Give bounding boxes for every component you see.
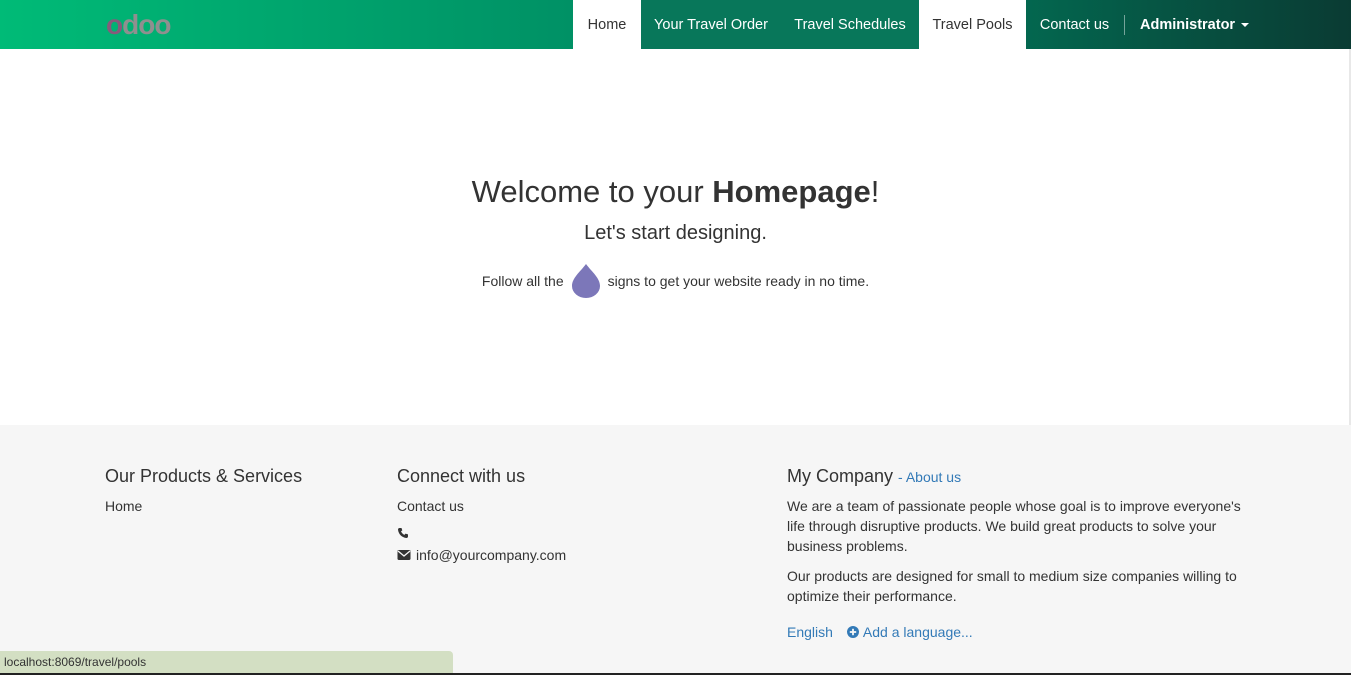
hero-follow-line: Follow all the signs to get your website… xyxy=(0,263,1351,299)
main-nav: Home Your Travel Order Travel Schedules … xyxy=(573,0,1264,49)
company-description-2: Our products are designed for small to m… xyxy=(787,568,1237,604)
follow-pre-text: Follow all the xyxy=(481,273,564,289)
nav-travel-schedules[interactable]: Travel Schedules xyxy=(781,0,919,49)
nav-your-travel-order-label: Your Travel Order xyxy=(654,16,768,33)
caret-down-icon xyxy=(1241,22,1250,27)
hero-title-pre: Welcome to your xyxy=(471,174,713,209)
plus-circle-icon xyxy=(846,626,859,638)
user-menu[interactable]: Administrator xyxy=(1125,0,1264,49)
nav-contact-us[interactable]: Contact us xyxy=(1026,0,1123,49)
envelope-icon xyxy=(397,550,411,560)
nav-home[interactable]: Home xyxy=(573,0,641,49)
email-line: info@yourcompany.com xyxy=(397,547,566,563)
products-heading: Our Products & Services xyxy=(105,466,303,486)
nav-travel-pools-label: Travel Pools xyxy=(932,16,1013,33)
hero-subtitle: Let's start designing. xyxy=(584,222,767,244)
language-english[interactable]: English xyxy=(787,622,833,642)
app-root: odoo Home Your Travel Order Travel Sched… xyxy=(0,0,1351,675)
about-us-link[interactable]: - About us xyxy=(898,469,961,485)
nav-home-label: Home xyxy=(587,16,627,33)
phone-icon xyxy=(398,528,408,538)
add-language-label: Add a language... xyxy=(862,624,973,640)
nav-travel-pools[interactable]: Travel Pools xyxy=(919,0,1026,49)
hero-section: Welcome to your Homepage! Let's start de… xyxy=(0,49,1351,425)
add-language-button[interactable]: Add a language... xyxy=(846,622,973,642)
nav-travel-schedules-label: Travel Schedules xyxy=(794,16,906,33)
logo-first-letter: o xyxy=(106,9,123,40)
company-description-1: We are a team of passionate people whose… xyxy=(787,498,1241,554)
hero-title: Welcome to your Homepage! xyxy=(0,174,1351,210)
footer: Our Products & Services Home Connect wit… xyxy=(0,425,1351,675)
footer-link-home[interactable]: Home xyxy=(105,496,142,516)
language-bar: English Add a language... xyxy=(787,622,973,642)
follow-post-text: signs to get your website ready in no ti… xyxy=(607,273,870,289)
phone-line xyxy=(397,527,414,539)
company-heading: My Company - About us xyxy=(787,466,961,487)
drop-icon xyxy=(570,263,602,299)
connect-heading: Connect with us xyxy=(397,466,526,486)
odoo-logo[interactable]: odoo xyxy=(106,9,171,40)
company-name: My Company xyxy=(787,466,894,486)
user-name: Administrator xyxy=(1140,16,1236,33)
hero-title-post: ! xyxy=(870,174,880,209)
browser-status-bar: localhost:8069/travel/pools xyxy=(0,651,453,673)
nav-your-travel-order[interactable]: Your Travel Order xyxy=(641,0,781,49)
nav-contact-us-label: Contact us xyxy=(1039,16,1110,33)
top-navbar: odoo Home Your Travel Order Travel Sched… xyxy=(0,0,1351,49)
footer-link-contact-us[interactable]: Contact us xyxy=(397,496,464,516)
hero-title-bold: Homepage xyxy=(712,174,871,209)
logo-rest: doo xyxy=(122,9,171,40)
email-value: info@yourcompany.com xyxy=(416,547,567,563)
